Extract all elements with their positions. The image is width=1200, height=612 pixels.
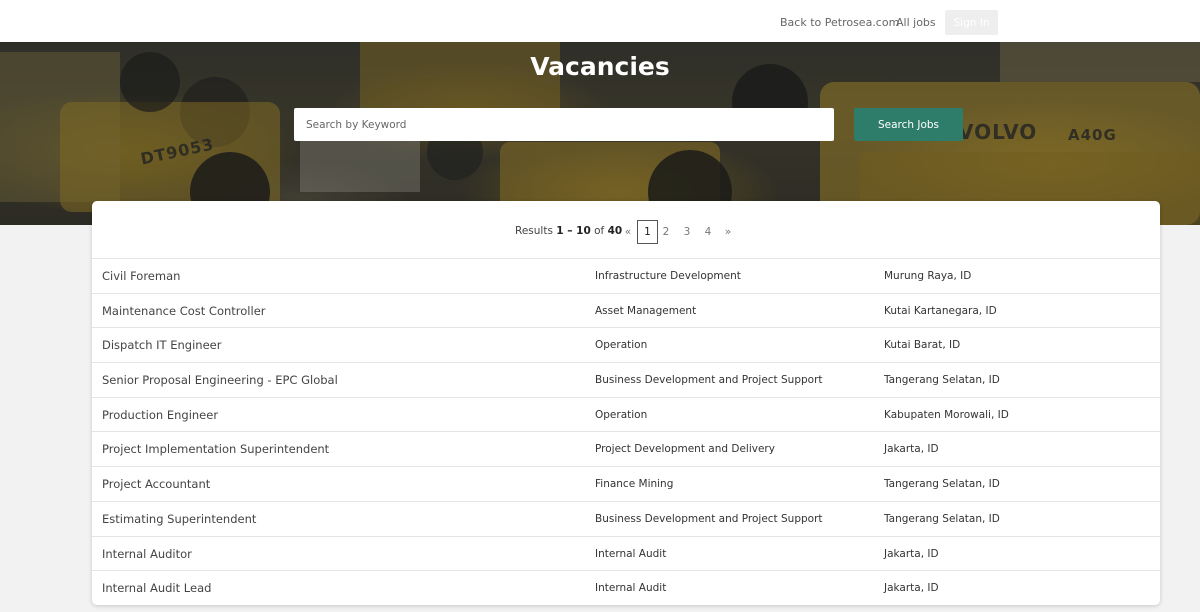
page-2-button[interactable]: 2 [661,220,671,244]
job-department: Business Development and Project Support [595,374,823,387]
results-of: of [594,225,605,237]
hero-banner: DT9053 VOLVO A40G Vacancies Search Jobs [0,42,1200,225]
job-title-link[interactable]: Project Implementation Superintendent [102,432,329,466]
job-department: Business Development and Project Support [595,512,823,525]
job-location: Kabupaten Morowali, ID [884,408,1009,421]
job-department: Internal Audit [595,582,667,595]
job-department: Infrastructure Development [595,270,741,282]
job-title-link[interactable]: Civil Foreman [102,259,180,293]
job-title-link[interactable]: Senior Proposal Engineering - EPC Global [102,363,338,397]
job-row[interactable]: Senior Proposal Engineering - EPC Global… [92,362,1160,397]
job-title-link[interactable]: Production Engineer [102,398,218,432]
job-location: Kutai Barat, ID [884,339,961,352]
keyword-search-input[interactable] [294,108,834,141]
job-location: Jakarta, ID [884,547,939,560]
back-to-site-link[interactable]: Back to Petrosea.com [780,16,899,29]
job-title-link[interactable]: Internal Auditor [102,537,192,571]
job-department: Operation [595,408,648,421]
job-location: Kutai Kartanegara, ID [884,304,997,317]
job-row[interactable]: Dispatch IT Engineer Operation Kutai Bar… [92,327,1160,362]
truck-marking: A40G [1068,126,1117,144]
job-list: Civil Foreman Infrastructure Development… [92,258,1160,605]
job-row[interactable]: Project Implementation Superintendent Pr… [92,431,1160,466]
results-range: 1 – 10 [556,225,591,237]
job-title-link[interactable]: Project Accountant [102,467,210,501]
job-location: Tangerang Selatan, ID [884,374,1000,387]
next-page-button[interactable]: » [723,220,733,244]
job-location: Tangerang Selatan, ID [884,478,1000,491]
job-department: Internal Audit [595,547,667,560]
job-row[interactable]: Production Engineer Operation Kabupaten … [92,396,1160,432]
page-1-button[interactable]: 1 [637,220,658,244]
job-row[interactable]: Civil Foreman Infrastructure Development… [92,258,1160,293]
job-location: Tangerang Selatan, ID [884,512,1000,525]
previous-page-button[interactable]: « [623,220,633,244]
page-title: Vacancies [530,52,670,81]
job-row[interactable]: Project Accountant Finance Mining Tanger… [92,466,1160,501]
results-count: Results 1 – 10 of 40 [515,225,622,237]
results-panel: Results 1 – 10 of 40 « 1 2 3 4 » Civil F… [92,201,1160,605]
truck-marking: VOLVO [958,120,1038,144]
job-location: Murung Raya, ID [884,270,972,282]
job-location: Jakarta, ID [884,582,939,595]
job-row[interactable]: Internal Audit Lead Internal Audit Jakar… [92,570,1160,605]
all-jobs-link[interactable]: All jobs [896,16,936,29]
results-total: 40 [607,225,623,237]
page-4-button[interactable]: 4 [703,220,713,244]
job-title-link[interactable]: Maintenance Cost Controller [102,294,266,328]
job-title-link[interactable]: Dispatch IT Engineer [102,328,221,362]
job-location: Jakarta, ID [884,443,939,456]
job-row[interactable]: Estimating Superintendent Business Devel… [92,500,1160,536]
search-jobs-button[interactable]: Search Jobs [854,108,963,141]
job-row[interactable]: Internal Auditor Internal Audit Jakarta,… [92,535,1160,571]
truck-marking: DT9053 [138,134,216,169]
top-nav: Back to Petrosea.com All jobs Sign In [0,0,1200,42]
job-department: Project Development and Delivery [595,443,775,456]
sign-in-button[interactable]: Sign In [945,10,998,35]
job-department: Operation [595,339,648,352]
job-title-link[interactable]: Internal Audit Lead [102,571,211,605]
pagination-bar: Results 1 – 10 of 40 « 1 2 3 4 » [92,220,1160,244]
page-3-button[interactable]: 3 [682,220,692,244]
job-title-link[interactable]: Estimating Superintendent [102,502,256,536]
job-department: Finance Mining [595,478,674,491]
job-row[interactable]: Maintenance Cost Controller Asset Manage… [92,292,1160,328]
job-department: Asset Management [595,304,697,317]
results-prefix: Results [515,225,553,237]
